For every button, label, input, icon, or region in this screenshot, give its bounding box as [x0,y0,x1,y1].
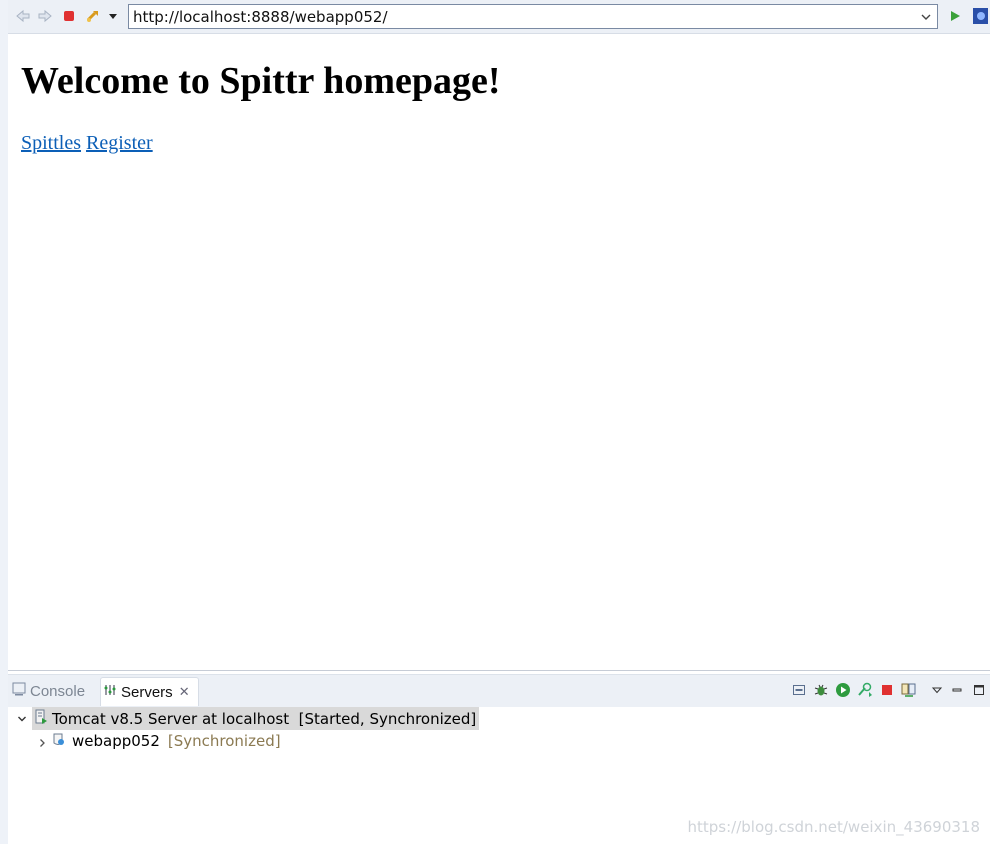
collapse-icon[interactable] [790,681,808,699]
tab-console[interactable]: Console [12,677,85,705]
spittles-link[interactable]: Spittles [21,132,81,154]
url-text[interactable]: http://localhost:8888/webapp052/ [133,8,388,26]
console-icon [12,682,26,700]
stop-icon[interactable] [60,7,78,25]
external-browser-icon[interactable] [972,7,988,25]
debug-icon[interactable] [812,681,830,699]
collapsed-chevron-icon[interactable] [36,736,48,748]
stop-server-icon[interactable] [878,681,896,699]
watermark: https://blog.csdn.net/weixin_43690318 [687,818,980,836]
publish-icon[interactable] [900,681,918,699]
nav-links: Spittles Register [21,132,153,155]
refresh-icon[interactable] [84,7,102,25]
profile-icon[interactable] [856,681,874,699]
tree-item-webapp[interactable]: webapp052 [Synchronized] [52,730,281,752]
browser-toolbar: http://localhost:8888/webapp052/ [8,0,990,34]
tab-servers-label: Servers [121,683,173,701]
tab-servers[interactable]: Servers ✕ [100,677,199,706]
panel-tab-bar: Console Servers ✕ [8,674,990,707]
forward-icon[interactable] [36,7,54,25]
back-icon[interactable] [14,7,32,25]
server-icon [34,709,48,729]
page-content: Welcome to Spittr homepage! Spittles Reg… [21,58,501,154]
web-module-icon [52,731,66,751]
view-menu-icon[interactable] [928,681,946,699]
tab-console-label: Console [30,682,86,700]
internal-browser: http://localhost:8888/webapp052/ Welcome… [8,0,990,671]
url-field[interactable]: http://localhost:8888/webapp052/ [128,4,938,29]
minimize-icon[interactable] [948,681,966,699]
tree-item-tomcat-server[interactable]: Tomcat v8.5 Server at localhost [Started… [32,707,480,730]
page-title: Welcome to Spittr homepage! [21,60,501,102]
maximize-icon[interactable] [970,681,988,699]
servers-icon [103,683,117,701]
go-icon[interactable] [946,7,964,25]
url-dropdown-icon[interactable] [918,8,934,25]
menu-dropdown-icon[interactable] [104,7,122,25]
servers-panel: Console Servers ✕ Tomcat v8.5 Server at … [8,671,990,844]
webapp-label: webapp052 [72,732,160,750]
start-icon[interactable] [834,681,852,699]
register-link[interactable]: Register [86,132,153,154]
close-tab-icon[interactable]: ✕ [179,684,190,700]
view-actions [790,681,990,701]
expanded-chevron-icon[interactable] [16,712,28,724]
server-label: Tomcat v8.5 Server at localhost [Started… [52,709,477,728]
webapp-status: [Synchronized] [167,732,281,750]
